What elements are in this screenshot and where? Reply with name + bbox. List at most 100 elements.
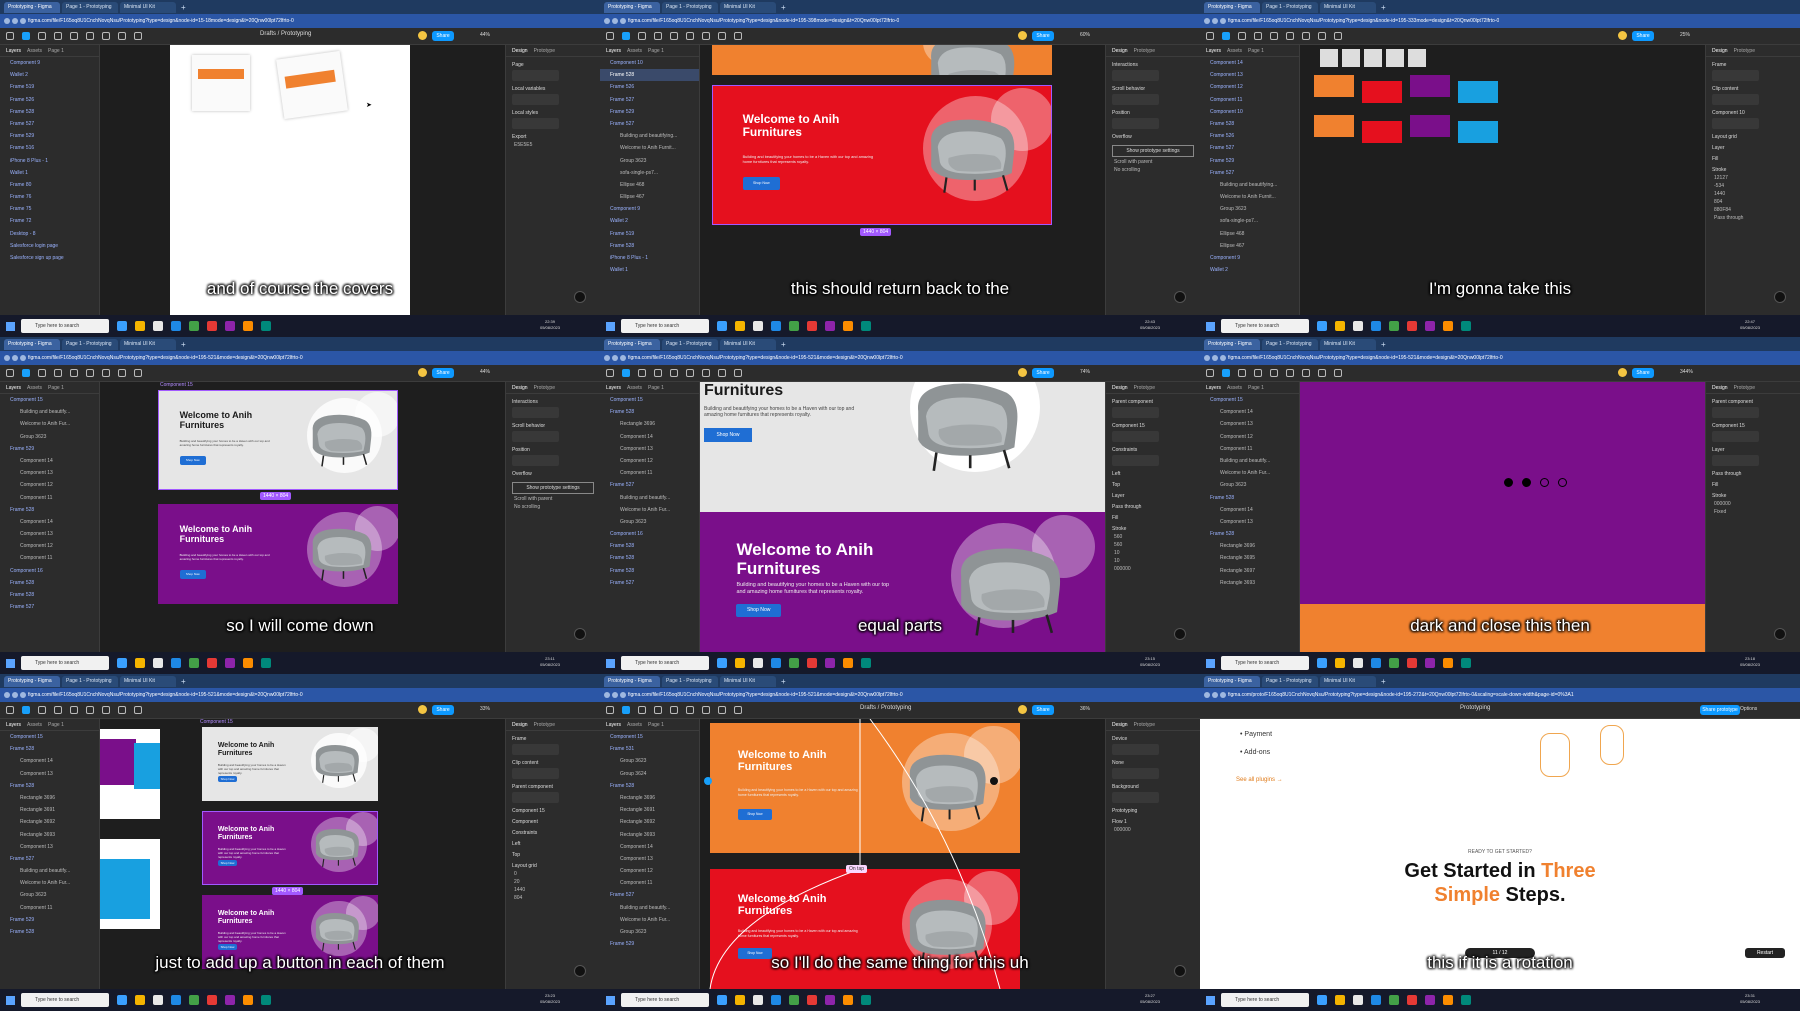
main-menu-icon[interactable]: [6, 706, 14, 714]
taskbar-app-icon[interactable]: [1353, 321, 1363, 331]
taskbar-search-input[interactable]: Type here to search: [1221, 319, 1309, 333]
component-icon[interactable]: [702, 369, 710, 377]
taskbar-app-icon[interactable]: [1461, 995, 1471, 1005]
taskbar-app-icon[interactable]: [771, 995, 781, 1005]
layer-item[interactable]: Salesforce login page: [0, 240, 99, 252]
component-icon[interactable]: [102, 706, 110, 714]
property-field[interactable]: [1112, 431, 1159, 442]
taskbar-app-icon[interactable]: [261, 658, 271, 668]
browser-tab-prototyping[interactable]: Prototyping - Figma: [4, 1, 60, 13]
text-tool-icon[interactable]: [86, 32, 94, 40]
layer-item[interactable]: Component 13: [600, 443, 699, 455]
browser-tab-prototyping[interactable]: Prototyping - Figma: [604, 338, 660, 350]
taskbar-app-icon[interactable]: [1443, 995, 1453, 1005]
component-thumbnail[interactable]: [1386, 49, 1404, 67]
layer-item[interactable]: Component 16: [600, 528, 699, 540]
component-thumbnail[interactable]: [1342, 49, 1360, 67]
new-tab-icon[interactable]: +: [1381, 340, 1386, 349]
layer-item[interactable]: Wallet 2: [0, 69, 99, 81]
layer-item[interactable]: iPhone 8 Plus - 1: [600, 252, 699, 264]
tab-design[interactable]: Design: [1712, 385, 1728, 391]
comment-icon[interactable]: [1334, 32, 1342, 40]
layer-item[interactable]: Component 11: [600, 877, 699, 889]
taskbar-app-icon[interactable]: [1425, 658, 1435, 668]
component-thumbnail[interactable]: [1320, 49, 1338, 67]
taskbar-app-icon[interactable]: [807, 658, 817, 668]
hand-tool-icon[interactable]: [718, 706, 726, 714]
carousel-dot[interactable]: [1558, 478, 1567, 487]
shape-tool-icon[interactable]: [1254, 369, 1262, 377]
share-button[interactable]: Share: [432, 368, 454, 378]
hand-tool-icon[interactable]: [118, 369, 126, 377]
taskbar-app-icon[interactable]: [207, 658, 217, 668]
tab-layers[interactable]: Layers: [606, 48, 621, 54]
taskbar-app-icon[interactable]: [171, 658, 181, 668]
taskbar-search-input[interactable]: Type here to search: [21, 656, 109, 670]
tab-layers[interactable]: Layers: [1206, 48, 1221, 54]
layer-item[interactable]: Ellipse 467: [600, 191, 699, 203]
layer-item[interactable]: Wallet 1: [0, 167, 99, 179]
property-field[interactable]: [1712, 407, 1759, 418]
layer-item[interactable]: Rectangle 3693: [1200, 577, 1299, 589]
layer-item[interactable]: Frame 528: [600, 240, 699, 252]
property-value-bg[interactable]: 000000: [1114, 827, 1192, 833]
tab-layers[interactable]: Layers: [1206, 385, 1221, 391]
property-field[interactable]: [1112, 118, 1159, 129]
property-field[interactable]: [512, 768, 559, 779]
property-value-y[interactable]: -534: [1714, 183, 1792, 189]
layer-item[interactable]: Group 3623: [1200, 203, 1299, 215]
comment-icon[interactable]: [734, 369, 742, 377]
address-bar[interactable]: figma.com/file/F165oq8U1CnchNovqNsu/Prot…: [600, 688, 1200, 702]
layer-item[interactable]: Ellipse 468: [1200, 228, 1299, 240]
browser-tab-page1[interactable]: Page 1 - Prototyping: [62, 675, 118, 687]
property-value-x[interactable]: 560: [1114, 534, 1192, 540]
taskbar-app-icon[interactable]: [861, 321, 871, 331]
property-value-position-value[interactable]: Scroll with parent: [514, 496, 592, 502]
layer-item[interactable]: Component 11: [0, 492, 99, 504]
back-icon[interactable]: [1204, 355, 1210, 361]
taskbar-app-icon[interactable]: [1389, 995, 1399, 1005]
layer-item[interactable]: Frame 528: [600, 565, 699, 577]
plugin-list-item[interactable]: • Add-ons: [1240, 749, 1270, 756]
taskbar-app-icon[interactable]: [1389, 658, 1399, 668]
layer-item[interactable]: Ellipse 468: [600, 179, 699, 191]
browser-tab-page1[interactable]: Page 1 - Prototyping: [662, 1, 718, 13]
layer-item[interactable]: Welcome to Anih Fur...: [600, 504, 699, 516]
tab-assets[interactable]: Assets: [1227, 385, 1242, 391]
layer-item[interactable]: Welcome to Anih Furnit...: [600, 142, 699, 154]
layer-item[interactable]: Rectangle 3691: [600, 804, 699, 816]
layer-item[interactable]: sofa-single-ps7...: [1200, 215, 1299, 227]
frame-tool-icon[interactable]: [38, 32, 46, 40]
property-field[interactable]: [1112, 70, 1159, 81]
layer-item[interactable]: Frame 526: [600, 81, 699, 93]
comment-icon[interactable]: [734, 32, 742, 40]
layer-item[interactable]: Building and beautifying...: [600, 130, 699, 142]
property-field[interactable]: [1112, 768, 1159, 779]
comment-icon[interactable]: [134, 32, 142, 40]
browser-tab-prototyping[interactable]: Prototyping - Figma: [1204, 1, 1260, 13]
taskbar-app-icon[interactable]: [135, 995, 145, 1005]
taskbar-app-icon[interactable]: [771, 658, 781, 668]
property-field[interactable]: [512, 94, 559, 105]
property-value-pass[interactable]: Pass through: [1714, 215, 1792, 221]
mini-frame[interactable]: [1410, 75, 1450, 97]
windows-start-icon[interactable]: [606, 321, 615, 331]
main-menu-icon[interactable]: [1206, 32, 1214, 40]
property-field[interactable]: [1712, 70, 1759, 81]
back-icon[interactable]: [604, 355, 610, 361]
layer-item[interactable]: Welcome to Anih Fur...: [600, 914, 699, 926]
component-icon[interactable]: [102, 369, 110, 377]
taskbar-app-icon[interactable]: [1371, 321, 1381, 331]
layer-item[interactable]: Component 12: [0, 540, 99, 552]
browser-tab-page1[interactable]: Page 1 - Prototyping: [1262, 1, 1318, 13]
browser-tab-page1[interactable]: Page 1 - Prototyping: [1262, 675, 1318, 687]
layer-item[interactable]: Component 14: [0, 755, 99, 767]
reload-icon[interactable]: [20, 18, 26, 24]
carousel-arrow-right[interactable]: [990, 777, 998, 785]
comment-icon[interactable]: [734, 706, 742, 714]
windows-start-icon[interactable]: [606, 995, 615, 1005]
property-value-overflow-value[interactable]: No scrolling: [1114, 167, 1192, 173]
taskbar-app-icon[interactable]: [1353, 658, 1363, 668]
layer-item[interactable]: Salesforce sign up page: [0, 252, 99, 264]
pen-tool-icon[interactable]: [670, 369, 678, 377]
